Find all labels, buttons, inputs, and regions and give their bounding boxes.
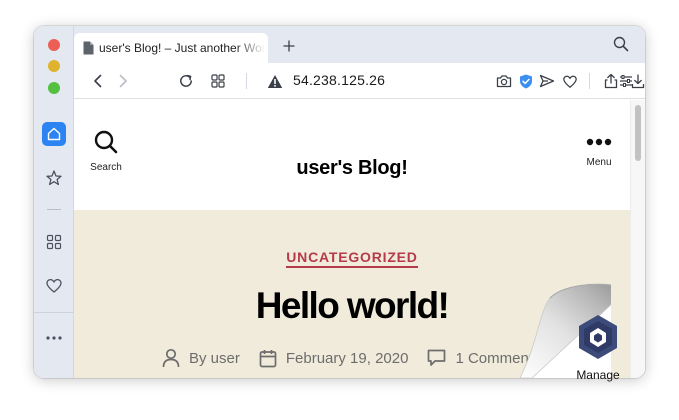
post-date: February 19, 2020 (259, 349, 409, 368)
sidebar-bookmarks-button[interactable] (42, 166, 66, 190)
tab-bar: user's Blog! – Just another WordPress si… (74, 26, 645, 63)
category-link[interactable]: UNCATEGORIZED (286, 249, 418, 268)
search-icon (613, 36, 629, 52)
star-icon (46, 170, 62, 186)
site-title[interactable]: user's Blog! (74, 157, 630, 180)
address-bar[interactable]: 54.238.125.26 (293, 72, 385, 88)
vpn-button[interactable] (517, 72, 535, 90)
sidebar-divider (47, 209, 61, 210)
camera-icon (496, 75, 512, 88)
insecure-warning-button[interactable] (266, 72, 284, 90)
reload-button[interactable] (177, 72, 195, 90)
sidebar-divider (34, 312, 74, 313)
grid-icon (46, 234, 62, 250)
menu-label: Menu (586, 157, 612, 168)
grid-icon (211, 74, 225, 88)
sliders-icon (620, 75, 632, 87)
calendar-icon (259, 349, 277, 367)
send-button[interactable] (538, 72, 556, 90)
chevron-left-icon (94, 74, 102, 88)
header-menu-toggle[interactable]: Menu (579, 133, 619, 168)
more-icon (46, 336, 62, 340)
back-button[interactable] (89, 72, 107, 90)
toolbar-divider (246, 73, 247, 89)
speed-dial-button[interactable] (209, 72, 227, 90)
post-author: By user (162, 348, 240, 368)
browser-toolbar: 54.238.125.26 (74, 63, 645, 99)
close-window-button[interactable] (48, 39, 60, 51)
shield-check-icon (520, 74, 532, 88)
hexagon-logo-icon (579, 315, 617, 359)
extensions-button[interactable] (617, 72, 635, 90)
page-icon (83, 41, 94, 55)
date-link[interactable]: February 19, 2020 (286, 350, 409, 367)
tab-search-button[interactable] (613, 36, 633, 56)
chevron-right-icon (119, 74, 127, 88)
manage-badge[interactable]: Manage (573, 313, 623, 382)
comment-icon (428, 349, 446, 366)
user-icon (162, 348, 180, 368)
page-scrollbar[interactable] (630, 100, 645, 378)
favorite-button[interactable] (561, 72, 579, 90)
warning-icon (267, 74, 283, 88)
sidebar-home-button[interactable] (42, 122, 66, 146)
manage-label: Manage (576, 368, 620, 382)
maximize-window-button[interactable] (48, 82, 60, 94)
heart-icon (563, 75, 577, 88)
scrollbar-thumb[interactable] (635, 105, 641, 161)
browser-sidebar (34, 26, 74, 378)
screenshot-button[interactable] (495, 72, 513, 90)
tab-title: user's Blog! – Just another WordPress si… (99, 41, 265, 55)
sidebar-tabs-button[interactable] (42, 230, 66, 254)
site-info-placeholder (226, 72, 244, 90)
minimize-window-button[interactable] (48, 60, 60, 72)
plus-icon (283, 40, 295, 52)
forward-button[interactable] (114, 72, 132, 90)
reload-icon (180, 74, 192, 87)
ellipsis-icon (586, 138, 612, 146)
toolbar-divider (589, 73, 590, 89)
new-tab-button[interactable] (278, 35, 300, 57)
heart-icon (46, 278, 62, 293)
search-icon (94, 130, 118, 154)
send-icon (539, 74, 555, 88)
author-link[interactable]: By user (189, 350, 240, 367)
sidebar-more-button[interactable] (42, 326, 66, 350)
share-icon (604, 73, 618, 89)
site-header: Search user's Blog! (74, 100, 630, 210)
browser-tab[interactable]: user's Blog! – Just another WordPress si… (74, 33, 268, 63)
home-icon (47, 127, 61, 141)
sidebar-favorites-button[interactable] (42, 274, 66, 298)
